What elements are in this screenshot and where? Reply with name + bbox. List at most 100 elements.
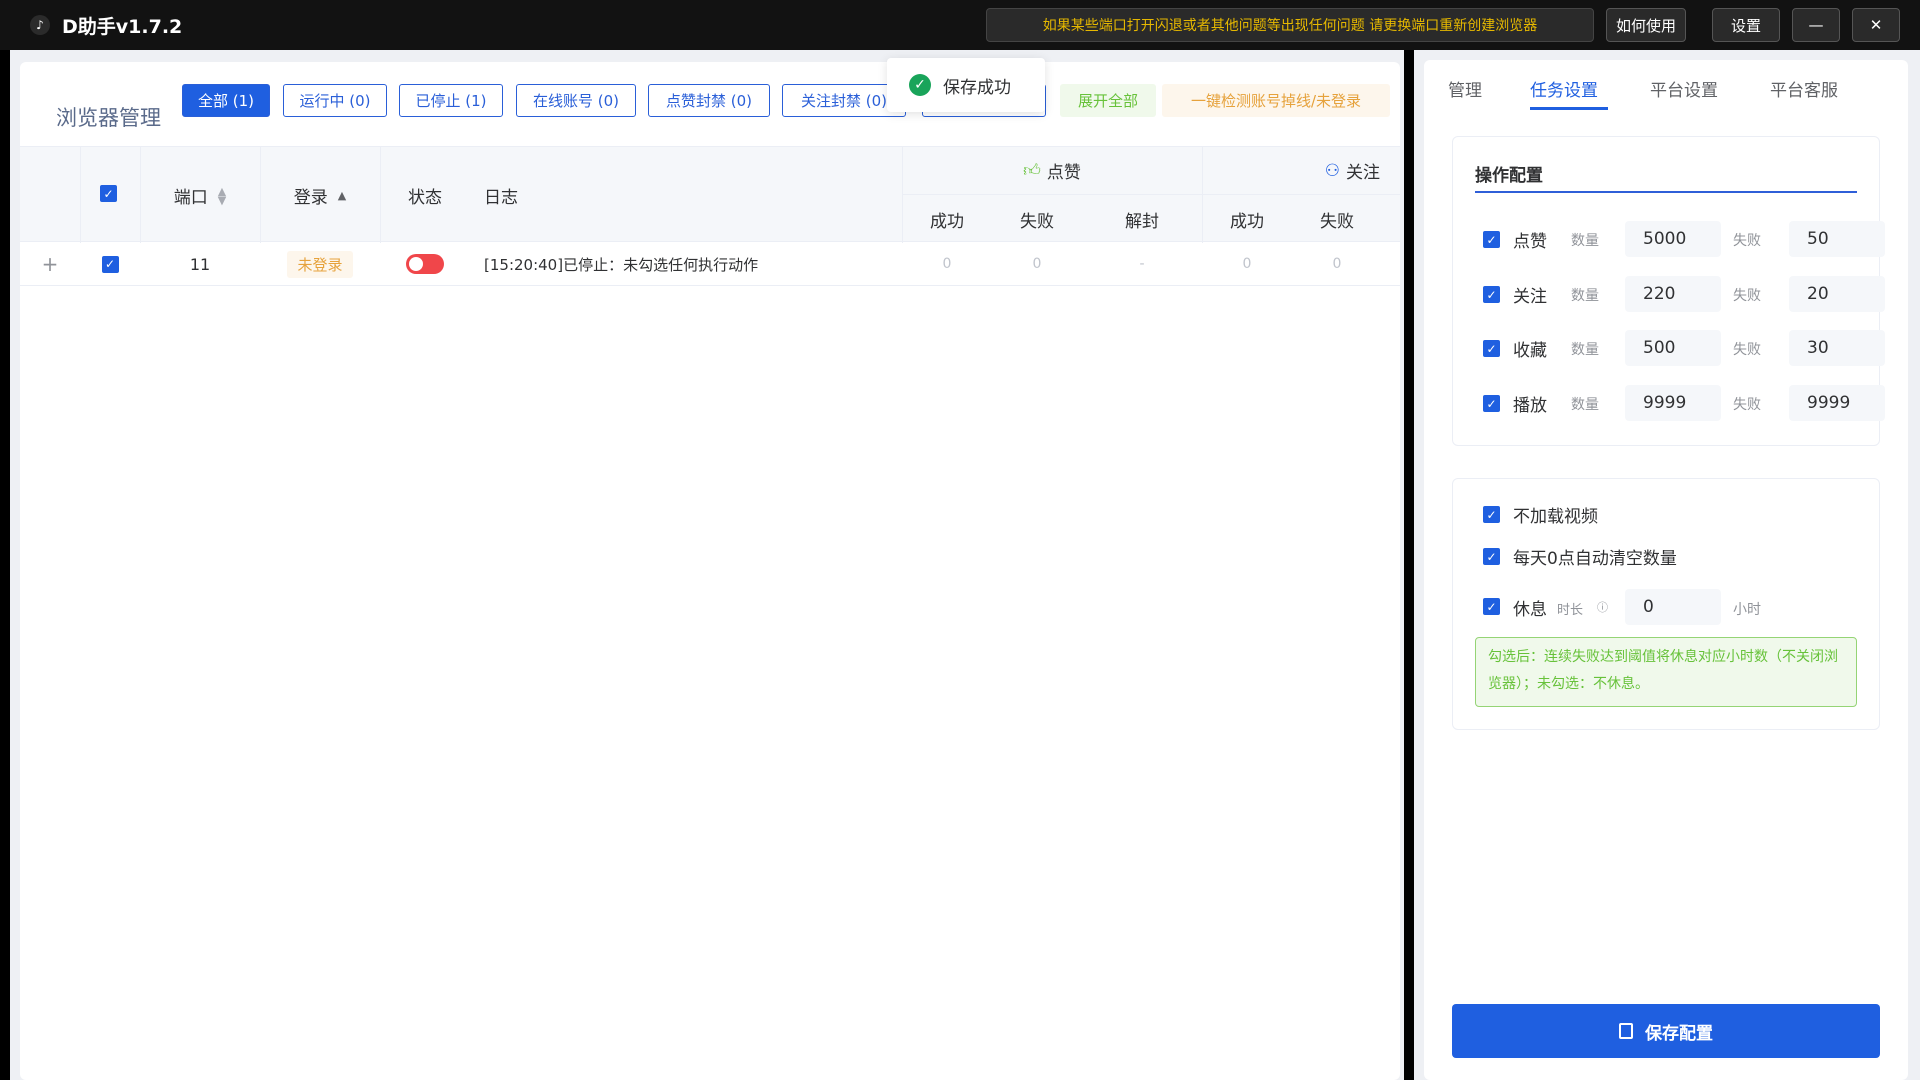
thumbs-up-icon: 👍︎ <box>1023 161 1041 181</box>
minimize-button[interactable]: — <box>1792 8 1840 42</box>
how-to-use-button[interactable]: 如何使用 <box>1606 8 1686 42</box>
settings-button[interactable]: 设置 <box>1712 8 1780 42</box>
save-config-button[interactable]: 保存配置 <box>1452 1004 1880 1058</box>
browser-list-card: 浏览器管理 全部 (1) 运行中 (0) 已停止 (1) 在线账号 (0) 点赞… <box>20 62 1400 1080</box>
action-name: 关注 <box>1513 287 1547 307</box>
filter-like-banned-button[interactable]: 点赞封禁 (0) <box>648 84 770 117</box>
like-checkbox[interactable]: ✓ <box>1483 231 1500 248</box>
favorite-qty-input[interactable]: 500 <box>1625 330 1721 366</box>
play-checkbox[interactable]: ✓ <box>1483 395 1500 412</box>
play-qty-input[interactable]: 9999 <box>1625 385 1721 421</box>
option-rest[interactable]: ✓ 休息 时长 ⓘ 0 小时 <box>1483 587 1863 627</box>
follow-fail-cell: 0 <box>1332 256 1342 272</box>
sort-icon[interactable]: ▲ ▼ <box>218 186 226 206</box>
browser-management-panel: 浏览器管理 全部 (1) 运行中 (0) 已停止 (1) 在线账号 (0) 点赞… <box>10 50 1404 1080</box>
rest-hours-input[interactable]: 0 <box>1625 589 1721 625</box>
page-title: 浏览器管理 <box>56 106 161 130</box>
check-circle-icon: ✓ <box>909 74 931 96</box>
save-success-toast: ✓ 保存成功 <box>887 58 1045 112</box>
follow-fail-header: 失败 <box>1320 211 1354 232</box>
favorite-fail-input[interactable]: 30 <box>1789 330 1885 366</box>
like-success-header: 成功 <box>930 211 964 232</box>
like-fail-cell: 0 <box>1032 256 1042 272</box>
table-row[interactable]: + ✓ 11 未登录 [15:20:40]已停止：未勾选任何执行动作 0 0 -… <box>20 242 1400 286</box>
follow-group-label: 关注 <box>1346 163 1380 183</box>
filter-stopped-button[interactable]: 已停止 (1) <box>399 84 503 117</box>
active-tab-indicator <box>1530 107 1608 110</box>
follow-fail-input[interactable]: 20 <box>1789 276 1885 312</box>
app-title: D助手v1.7.2 <box>62 15 183 38</box>
port-header-label: 端口 <box>173 188 208 208</box>
settings-card: 管理 任务设置 平台设置 平台客服 操作配置 ✓ 点赞 数量 5000 失败 5… <box>1424 60 1908 1080</box>
close-button[interactable]: ✕ <box>1852 8 1900 42</box>
follow-qty-input[interactable]: 220 <box>1625 276 1721 312</box>
fail-label: 失败 <box>1733 397 1761 413</box>
info-icon[interactable]: ⓘ <box>1597 599 1608 615</box>
tab-task-settings[interactable]: 任务设置 <box>1530 76 1598 101</box>
config-title: 操作配置 <box>1475 166 1543 186</box>
like-fail-input[interactable]: 50 <box>1789 221 1885 257</box>
action-name: 收藏 <box>1513 341 1547 361</box>
login-status-badge: 未登录 <box>287 250 353 278</box>
follow-success-cell: 0 <box>1242 256 1252 272</box>
save-icon <box>1619 1023 1633 1039</box>
filter-running-button[interactable]: 运行中 (0) <box>283 84 387 117</box>
status-toggle[interactable] <box>406 254 444 274</box>
login-column-header[interactable]: 登录 ▲ <box>260 183 380 208</box>
qty-label: 数量 <box>1571 342 1599 358</box>
follow-group-header: ⚇ 关注 <box>1202 147 1400 195</box>
filter-online-button[interactable]: 在线账号 (0) <box>516 84 636 117</box>
like-group-header: 👍︎ 点赞 <box>902 147 1202 195</box>
checkmark-icon: ✓ <box>100 185 117 202</box>
login-cell: 未登录 <box>260 242 380 286</box>
status-cell <box>380 242 470 286</box>
log-cell: [15:20:40]已停止：未勾选任何执行动作 <box>484 255 759 274</box>
check-accounts-button[interactable]: 一键检测账号掉线/未登录 <box>1162 84 1390 117</box>
no-video-label: 不加载视频 <box>1513 507 1598 527</box>
login-header-label: 登录 <box>293 188 328 208</box>
rest-label: 休息 <box>1513 600 1547 620</box>
tab-platform-service[interactable]: 平台客服 <box>1770 76 1838 101</box>
tab-manage[interactable]: 管理 <box>1448 76 1482 101</box>
user-add-icon: ⚇ <box>1324 160 1340 181</box>
toast-message: 保存成功 <box>943 77 1011 98</box>
tab-platform-settings[interactable]: 平台设置 <box>1650 76 1718 101</box>
play-fail-input[interactable]: 9999 <box>1789 385 1885 421</box>
daily-reset-label: 每天0点自动清空数量 <box>1513 549 1677 569</box>
sort-asc-icon[interactable]: ▲ <box>338 190 346 201</box>
follow-checkbox[interactable]: ✓ <box>1483 286 1500 303</box>
operation-config-box: 操作配置 ✓ 点赞 数量 5000 失败 50 ✓ 关注 数量 220 失败 2… <box>1452 136 1885 446</box>
like-group-label: 点赞 <box>1046 163 1081 183</box>
tiktok-logo-icon: ♪ <box>30 15 50 35</box>
port-column-header[interactable]: 端口 ▲ ▼ <box>140 183 260 209</box>
expand-row-icon[interactable]: + <box>20 242 80 286</box>
daily-reset-checkbox[interactable]: ✓ <box>1483 548 1500 565</box>
row-checkbox[interactable]: ✓ <box>80 242 140 286</box>
filter-all-button[interactable]: 全部 (1) <box>182 84 270 117</box>
fail-label: 失败 <box>1733 342 1761 358</box>
select-all-checkbox[interactable]: ✓ <box>100 185 117 202</box>
rest-unit-label: 小时 <box>1733 602 1761 618</box>
status-column-header: 状态 <box>408 188 442 208</box>
action-name: 点赞 <box>1513 232 1547 252</box>
favorite-checkbox[interactable]: ✓ <box>1483 340 1500 357</box>
like-fail-header: 失败 <box>1020 211 1054 232</box>
qty-label: 数量 <box>1571 288 1599 304</box>
like-qty-input[interactable]: 5000 <box>1625 221 1721 257</box>
fail-label: 失败 <box>1733 233 1761 249</box>
save-config-label: 保存配置 <box>1645 1023 1713 1044</box>
expand-all-button[interactable]: 展开全部 <box>1060 84 1156 117</box>
qty-label: 数量 <box>1571 397 1599 413</box>
notice-banner: 如果某些端口打开闪退或者其他问题等出现任何问题 请更换端口重新创建浏览器 <box>986 8 1594 42</box>
rest-checkbox[interactable]: ✓ <box>1483 598 1500 615</box>
no-video-checkbox[interactable]: ✓ <box>1483 506 1500 523</box>
fail-label: 失败 <box>1733 288 1761 304</box>
checkmark-icon: ✓ <box>101 255 119 273</box>
rest-duration-label: 时长 <box>1557 603 1584 618</box>
table-header: ✓ 端口 ▲ ▼ 登录 ▲ 状态 日志 👍︎ 点赞 ⚇ 关注 成功 失败 解封 … <box>20 146 1400 243</box>
options-box: ✓ 不加载视频 ✓ 每天0点自动清空数量 ✓ 休息 时长 ⓘ 0 小时 勾选后：… <box>1452 478 1880 730</box>
log-column-header: 日志 <box>484 188 518 208</box>
follow-success-header: 成功 <box>1230 211 1264 232</box>
like-success-cell: 0 <box>942 256 952 272</box>
rest-tip: 勾选后：连续失败达到阈值将休息对应小时数（不关闭浏览器）；未勾选：不休息。 <box>1475 637 1857 707</box>
